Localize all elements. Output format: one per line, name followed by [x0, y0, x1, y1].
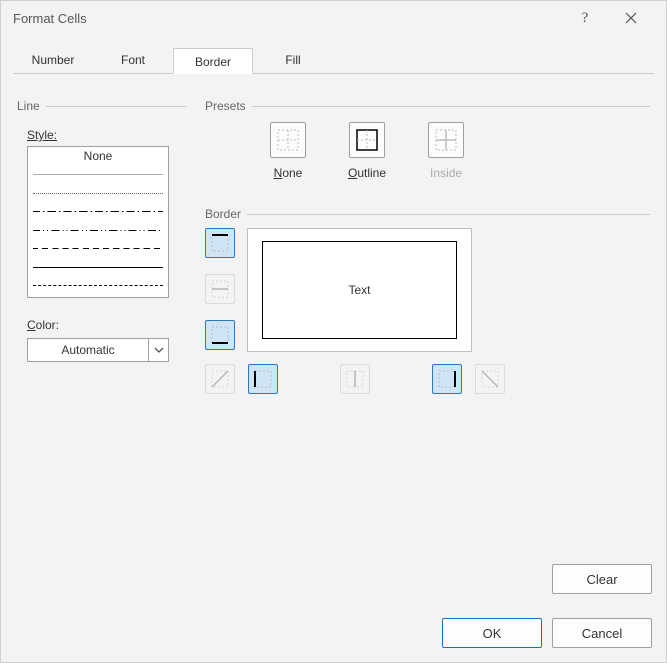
clear-button[interactable]: Clear	[552, 564, 652, 594]
preview-text: Text	[348, 283, 370, 297]
help-button[interactable]: ?	[562, 1, 608, 35]
border-vcenter-button	[340, 364, 370, 394]
border-left-button[interactable]	[248, 364, 278, 394]
line-groupbox: Line Style: None Color: Automatic	[17, 92, 187, 382]
border-hcenter-button	[205, 274, 235, 304]
border-diag-up-button	[205, 364, 235, 394]
style-option-dashdotdot[interactable]	[28, 221, 168, 240]
ok-button[interactable]: OK	[442, 618, 542, 648]
border-left-icon	[253, 369, 273, 389]
tab-fill[interactable]: Fill	[253, 47, 333, 73]
color-label: Color:	[27, 318, 177, 332]
preset-outline-label: Outline	[348, 166, 386, 180]
line-legend: Line	[17, 99, 40, 113]
tab-border[interactable]: Border	[173, 48, 253, 74]
preset-none-button[interactable]	[270, 122, 306, 158]
border-bottom-icon	[210, 325, 230, 345]
style-option-longdash[interactable]	[28, 240, 168, 259]
border-top-icon	[210, 233, 230, 253]
border-groupbox: Border	[205, 200, 650, 394]
style-label: Style:	[27, 128, 177, 142]
dialog-body: Line Style: None Color: Automatic	[1, 74, 666, 570]
side-buttons-column	[205, 228, 235, 352]
style-option-thin[interactable]	[28, 166, 168, 185]
color-picker[interactable]: Automatic	[27, 338, 169, 362]
presets-groupbox: Presets None Outline	[205, 92, 650, 184]
bottom-buttons-row	[205, 364, 650, 394]
cancel-button[interactable]: Cancel	[552, 618, 652, 648]
preview-cell: Text	[262, 241, 457, 339]
color-picker-dropdown[interactable]	[148, 339, 168, 361]
window-title: Format Cells	[13, 11, 562, 26]
diag-up-icon	[210, 369, 230, 389]
style-option-dashed2[interactable]	[28, 277, 168, 296]
style-option-none[interactable]: None	[28, 147, 168, 166]
line-style-list[interactable]: None	[27, 146, 169, 298]
footer: Clear OK Cancel	[1, 570, 666, 662]
border-right-icon	[437, 369, 457, 389]
preset-inside-button[interactable]	[428, 122, 464, 158]
right-column: Presets None Outline	[205, 92, 650, 566]
preset-outline-icon	[355, 128, 379, 152]
style-option-dashdot[interactable]	[28, 203, 168, 222]
border-top-button[interactable]	[205, 228, 235, 258]
border-hcenter-icon	[210, 279, 230, 299]
tab-font[interactable]: Font	[93, 47, 173, 73]
format-cells-dialog: Format Cells ? Number Font Border Fill L…	[0, 0, 667, 663]
border-vcenter-icon	[345, 369, 365, 389]
tab-number[interactable]: Number	[13, 47, 93, 73]
tab-bar: Number Font Border Fill	[13, 47, 654, 74]
preset-outline-button[interactable]	[349, 122, 385, 158]
style-option-dotted[interactable]	[28, 184, 168, 203]
close-button[interactable]	[608, 1, 654, 35]
preset-none-label: None	[274, 166, 303, 180]
style-option-solid[interactable]	[28, 258, 168, 277]
border-legend: Border	[205, 207, 241, 221]
preset-none-icon	[276, 128, 300, 152]
preset-inside-icon	[434, 128, 458, 152]
color-picker-value: Automatic	[28, 343, 148, 357]
diag-down-icon	[480, 369, 500, 389]
border-right-button[interactable]	[432, 364, 462, 394]
border-diag-down-button	[475, 364, 505, 394]
preset-inside-label: Inside	[430, 166, 462, 180]
presets-legend: Presets	[205, 99, 246, 113]
border-preview[interactable]: Text	[247, 228, 472, 352]
border-bottom-button[interactable]	[205, 320, 235, 350]
titlebar: Format Cells ?	[1, 1, 666, 35]
